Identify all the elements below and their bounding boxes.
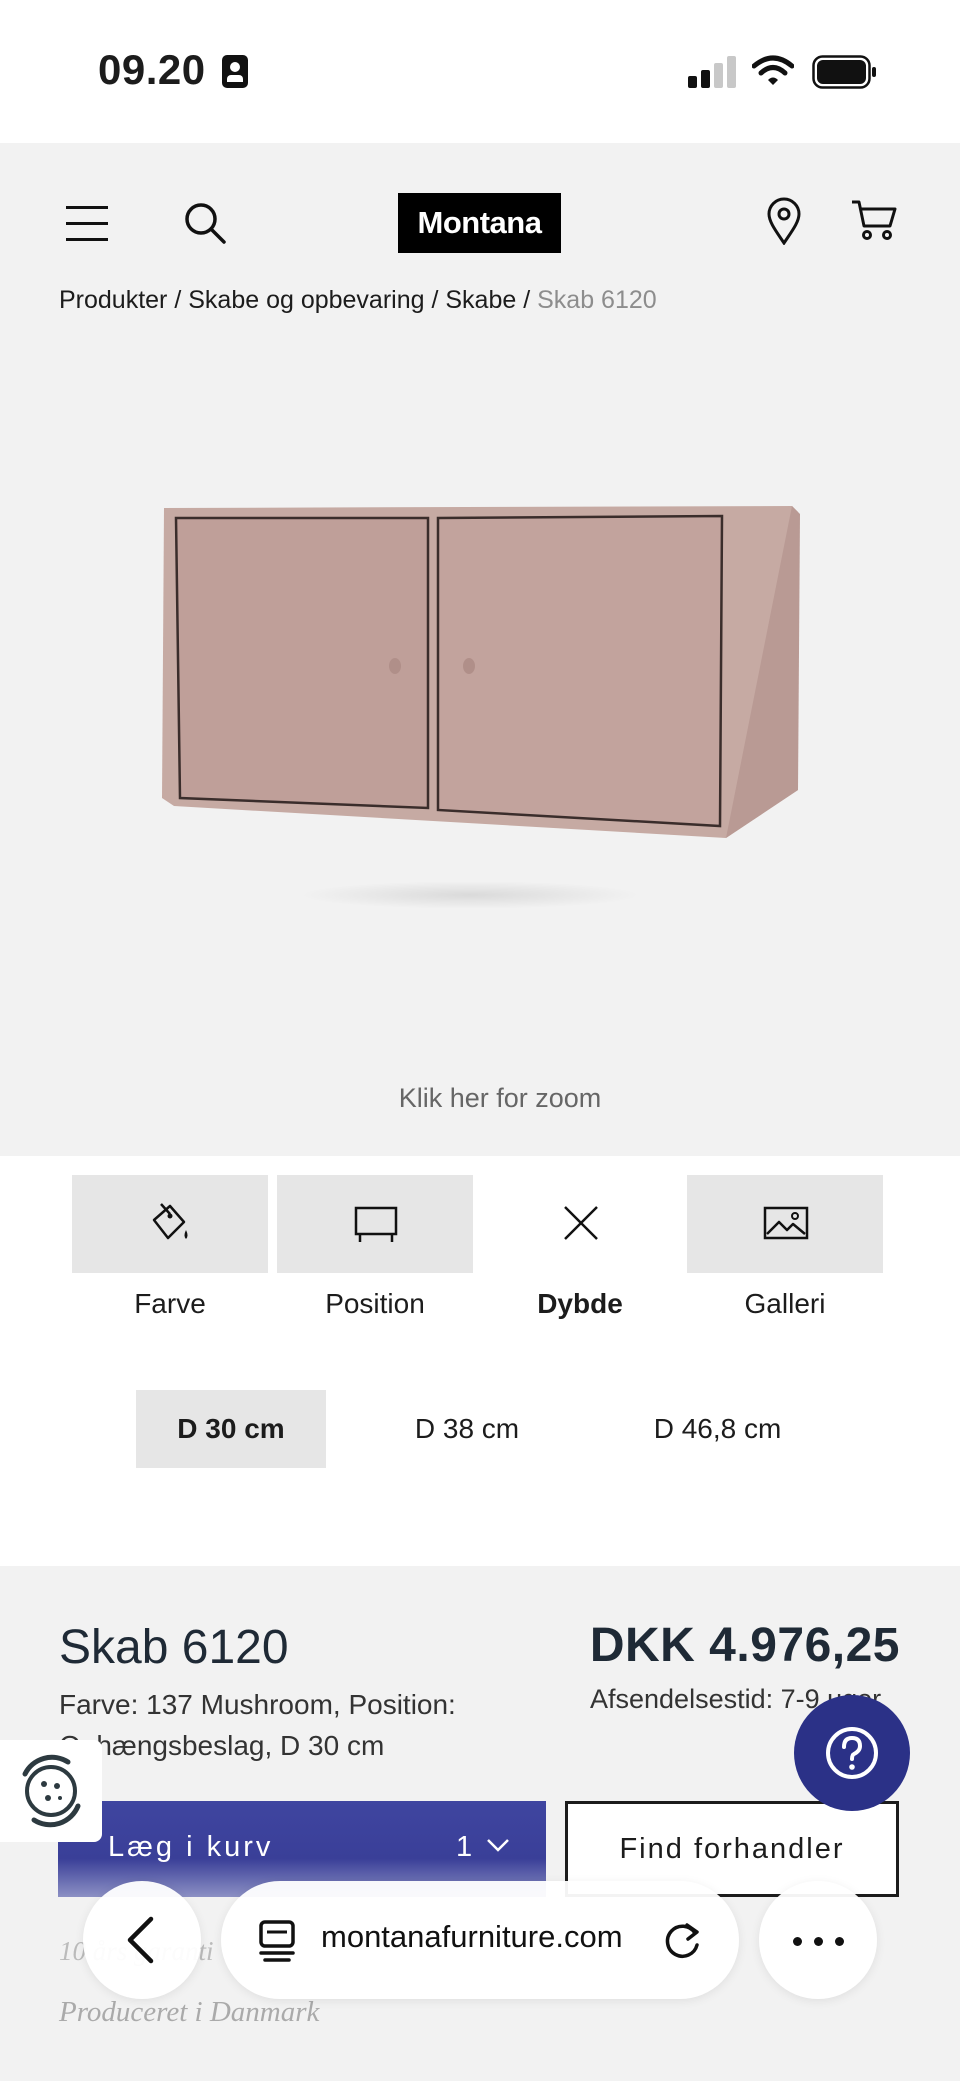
- more-dot: [835, 1937, 844, 1946]
- tab-galleri[interactable]: [687, 1175, 883, 1273]
- product-configuration: Farve: 137 Mushroom, Position: Ophængsbe…: [59, 1689, 456, 1761]
- tab-position[interactable]: [277, 1175, 473, 1273]
- cookie-settings-button[interactable]: [0, 1740, 102, 1842]
- more-dot: [793, 1937, 802, 1946]
- tab-label-position[interactable]: Position: [277, 1288, 473, 1320]
- breadcrumb-separator: /: [167, 286, 189, 314]
- depth-option-38[interactable]: D 38 cm: [372, 1390, 562, 1468]
- cookie-icon: [22, 1754, 81, 1828]
- tab-label-galleri[interactable]: Galleri: [687, 1288, 883, 1320]
- menu-icon[interactable]: [66, 204, 110, 242]
- breadcrumb-separator: /: [424, 286, 446, 314]
- search-icon[interactable]: [182, 200, 228, 246]
- product-name: Skab 6120: [59, 1621, 289, 1674]
- browser-url[interactable]: montanafurniture.com: [321, 1919, 623, 1955]
- breadcrumb-link-produkter[interactable]: Produkter: [59, 286, 167, 314]
- tab-label-dybde[interactable]: Dybde: [482, 1288, 678, 1320]
- more-dot: [814, 1937, 823, 1946]
- wall-position-icon: [354, 1206, 398, 1242]
- chevron-left-icon: [127, 1916, 154, 1964]
- help-button[interactable]: [794, 1695, 910, 1811]
- wifi-icon: [752, 55, 794, 85]
- cart-icon[interactable]: [850, 198, 898, 242]
- depth-option-46-8[interactable]: D 46,8 cm: [620, 1390, 815, 1468]
- question-icon: [826, 1727, 878, 1779]
- browser-back-button[interactable]: [83, 1881, 201, 1999]
- gallery-image-icon: [763, 1206, 809, 1240]
- contact-card-icon: [222, 55, 248, 88]
- add-to-cart-label: Læg i kurv: [108, 1831, 274, 1863]
- cellular-signal-icon: [688, 56, 738, 88]
- product-image[interactable]: [150, 490, 810, 920]
- chevron-down-icon[interactable]: [486, 1837, 510, 1853]
- browser-address-bar[interactable]: montanafurniture.com: [221, 1881, 739, 1999]
- tab-label-farve[interactable]: Farve: [72, 1288, 268, 1320]
- status-time: 09.20: [98, 46, 206, 93]
- breadcrumb-separator: /: [516, 286, 538, 314]
- breadcrumb-link-skabe-og-opbevaring[interactable]: Skabe og opbevaring: [188, 286, 424, 314]
- depth-option-30[interactable]: D 30 cm: [136, 1390, 326, 1468]
- montana-logo[interactable]: Montana: [398, 193, 561, 253]
- tab-dybde[interactable]: [482, 1175, 678, 1273]
- made-in-denmark-note: Produceret i Danmark: [59, 1996, 320, 2028]
- paint-bucket-icon: [152, 1203, 188, 1240]
- close-icon: [564, 1206, 598, 1240]
- product-price: DKK 4.976,25: [589, 1619, 900, 1672]
- location-pin-icon[interactable]: [766, 197, 802, 245]
- breadcrumb-link-skabe[interactable]: Skabe: [445, 286, 516, 314]
- battery-icon: [812, 55, 876, 89]
- tab-overview-icon[interactable]: [257, 1919, 297, 1963]
- quantity-value[interactable]: 1: [456, 1831, 472, 1864]
- breadcrumb-current: Skab 6120: [537, 286, 657, 314]
- zoom-hint[interactable]: Klik her for zoom: [0, 1083, 960, 1114]
- browser-more-button[interactable]: [759, 1881, 877, 1999]
- breadcrumb: Produkter / Skabe og opbevaring / Skabe …: [59, 286, 657, 315]
- tab-farve[interactable]: [72, 1175, 268, 1273]
- reload-icon[interactable]: [661, 1917, 705, 1963]
